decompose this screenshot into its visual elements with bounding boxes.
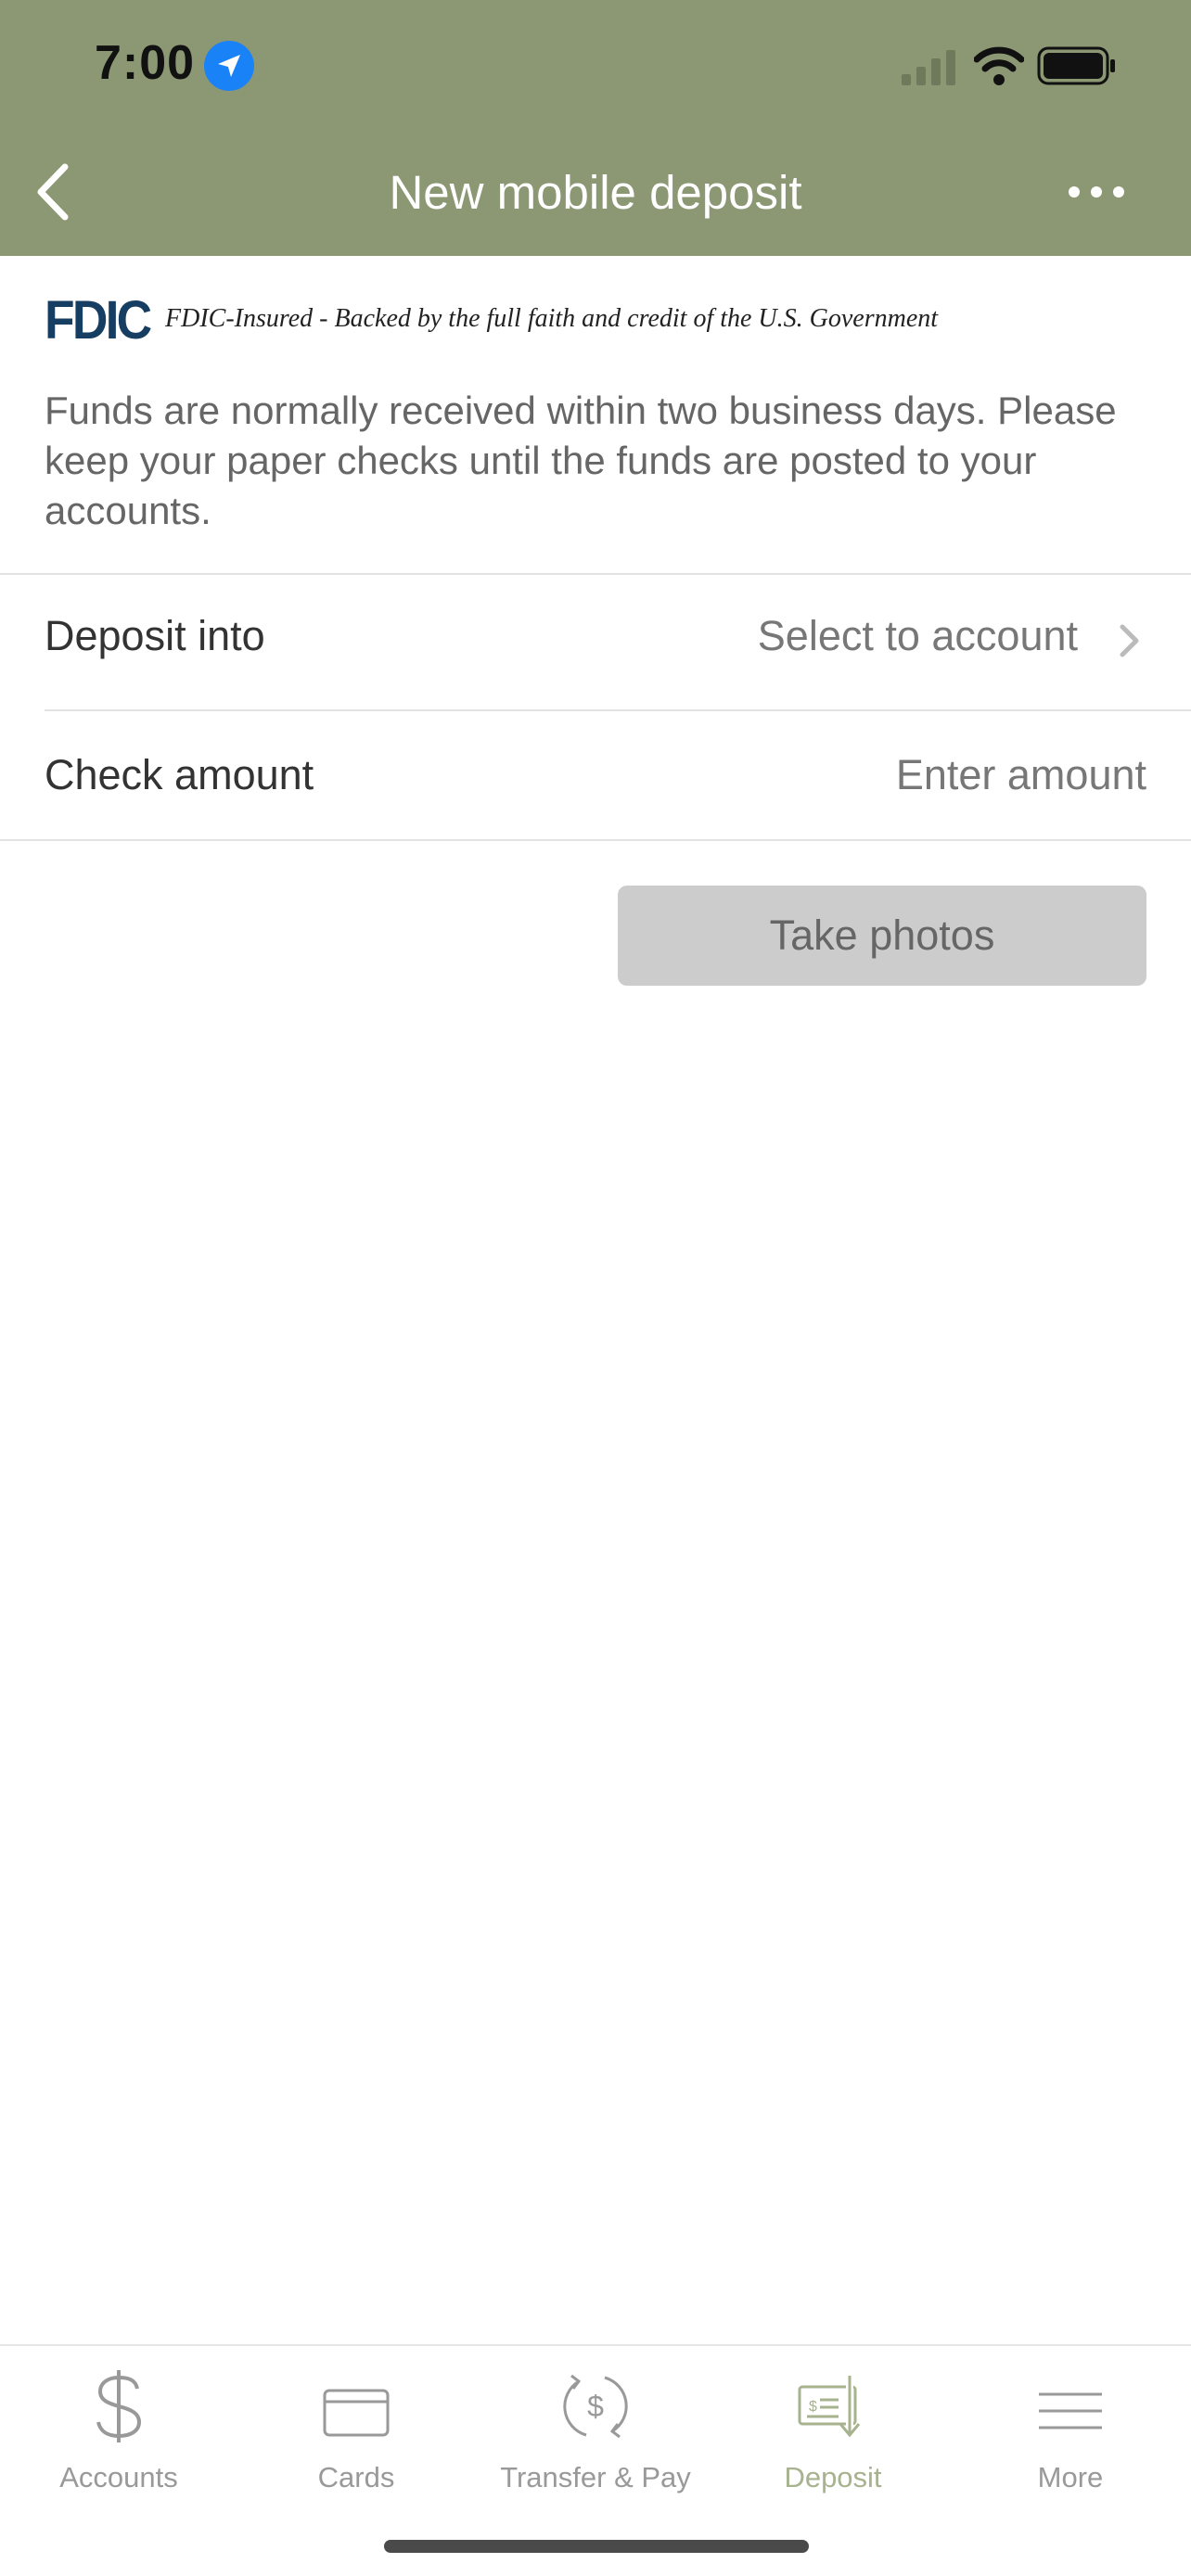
check-amount-input[interactable]: Enter amount <box>896 751 1146 799</box>
battery-icon <box>1037 46 1115 85</box>
tab-accounts[interactable]: Accounts <box>0 2346 237 2504</box>
deposit-into-row[interactable]: Deposit into Select to account <box>0 575 1191 709</box>
tab-label: Transfer & Pay <box>500 2461 691 2493</box>
transfer-icon: $ <box>477 2366 714 2450</box>
tab-label: Accounts <box>59 2461 178 2493</box>
fdic-banner: FDIC FDIC-Insured - Backed by the full f… <box>45 290 1158 351</box>
card-icon <box>237 2366 475 2450</box>
tab-transfer-pay[interactable]: $ Transfer & Pay <box>477 2346 714 2504</box>
wifi-icon <box>974 46 1024 85</box>
svg-text:$: $ <box>809 2399 817 2415</box>
deposit-check-icon: $ <box>714 2366 952 2450</box>
tab-cards[interactable]: Cards <box>237 2346 475 2504</box>
tab-label: More <box>1037 2461 1104 2493</box>
take-photos-button[interactable]: Take photos <box>618 886 1146 986</box>
tab-deposit[interactable]: $ Deposit <box>714 2346 952 2504</box>
tab-more[interactable]: More <box>952 2346 1189 2504</box>
dollar-icon <box>0 2366 237 2450</box>
check-amount-label: Check amount <box>45 751 314 798</box>
location-arrow-icon <box>204 41 254 91</box>
cellular-signal-icon <box>902 50 955 85</box>
page-title: New mobile deposit <box>389 166 802 219</box>
chevron-right-icon <box>1120 624 1139 657</box>
svg-text:$: $ <box>587 2390 604 2423</box>
fdic-logo: FDIC <box>45 290 152 351</box>
more-options-icon[interactable] <box>1067 178 1126 206</box>
tab-label: Deposit <box>784 2461 882 2493</box>
deposit-into-value: Select to account <box>757 612 1078 659</box>
home-indicator[interactable] <box>384 2540 809 2553</box>
deposit-into-label: Deposit into <box>45 612 265 659</box>
status-time: 7:00 <box>95 36 196 90</box>
tab-label: Cards <box>317 2461 395 2493</box>
check-amount-row: Check amount Enter amount <box>0 711 1191 839</box>
funds-notice: Funds are normally received within two b… <box>45 389 1117 532</box>
divider <box>0 839 1191 841</box>
fdic-text: FDIC-Insured - Backed by the full faith … <box>165 304 939 333</box>
app-header: 7:00 New mobile deposit <box>0 0 1191 256</box>
menu-icon <box>952 2366 1189 2450</box>
